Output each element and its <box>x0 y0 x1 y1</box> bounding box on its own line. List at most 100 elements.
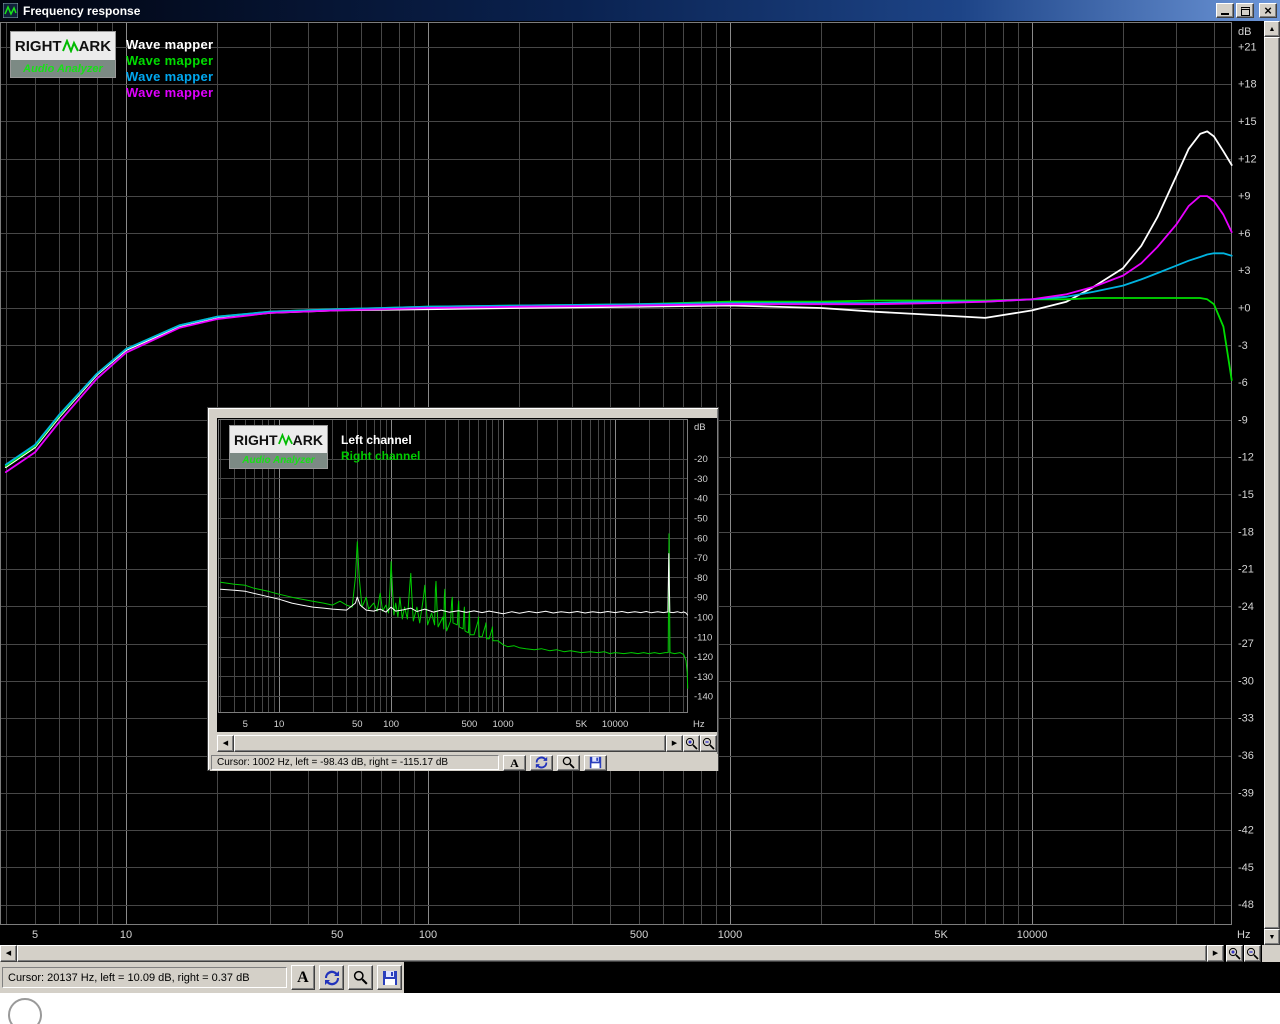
screen: Frequency response × 5 10 50 100 500 1000 5K 10… <box>0 0 1280 1024</box>
svg-text:5: 5 <box>32 929 38 941</box>
zoom-tool-button[interactable] <box>348 965 374 990</box>
svg-text:-70: -70 <box>694 553 708 564</box>
horizontal-scrollbar-track[interactable] <box>17 945 1207 962</box>
inner-zoom-tool-button[interactable] <box>557 754 580 771</box>
svg-text:-120: -120 <box>694 652 713 663</box>
svg-text:+18: +18 <box>1238 79 1257 91</box>
legend-item: Wave mapper <box>126 37 214 52</box>
refresh-icon <box>535 756 548 769</box>
svg-text:Hz: Hz <box>1237 929 1250 941</box>
svg-text:dB: dB <box>1238 26 1251 38</box>
svg-text:Hz: Hz <box>693 719 705 730</box>
zoom-in-icon <box>685 737 698 750</box>
svg-text:-24: -24 <box>1238 601 1254 613</box>
rmaa-logo-title: RIGHT ARK <box>11 32 115 60</box>
inner-scrollbar-track[interactable] <box>234 735 666 752</box>
legend-item: Left channel <box>341 433 412 447</box>
zoom-out-icon <box>1246 947 1259 960</box>
svg-text:10000: 10000 <box>602 719 628 730</box>
svg-text:10: 10 <box>274 719 285 730</box>
svg-text:1000: 1000 <box>493 719 514 730</box>
cursor-readout: Cursor: 20137 Hz, left = 10.09 dB, right… <box>2 967 287 988</box>
logo-text-ark: ARK <box>292 431 323 448</box>
svg-text:-48: -48 <box>1238 899 1254 911</box>
logo-text-right: RIGHT <box>234 431 278 448</box>
font-button[interactable]: A <box>290 965 316 990</box>
inner-zoom-out-button[interactable] <box>700 735 717 752</box>
scrollbar-corner <box>1262 945 1280 962</box>
legend-item: Wave mapper <box>126 85 214 100</box>
rmaa-logo-small: RIGHT ARK Audio Analyzer <box>229 425 328 469</box>
svg-text:-130: -130 <box>694 672 713 683</box>
inner-zoom-in-button[interactable] <box>683 735 700 752</box>
rmaa-logo-subtitle: Audio Analyzer <box>11 60 115 77</box>
svg-text:-50: -50 <box>694 514 708 525</box>
frequency-response-window: Frequency response × 5 10 50 100 500 1000 5K 10… <box>0 0 1280 993</box>
restore-icon <box>1240 7 1250 16</box>
floppy-icon <box>382 970 397 985</box>
restore-button[interactable] <box>1236 3 1254 18</box>
zoom-in-button[interactable] <box>1226 945 1243 962</box>
save-button[interactable] <box>377 965 402 990</box>
inner-font-button[interactable]: A <box>503 754 526 771</box>
svg-text:-45: -45 <box>1238 862 1254 874</box>
legend-item: Wave mapper <box>126 53 214 68</box>
font-icon: A <box>297 968 309 986</box>
scroll-right-button[interactable]: ▶ <box>1207 945 1224 962</box>
svg-text:-39: -39 <box>1238 787 1254 799</box>
rmaa-logo-small-subtitle: Audio Analyzer <box>230 453 327 468</box>
svg-text:-36: -36 <box>1238 750 1254 762</box>
horizontal-scrollbar-thumb[interactable] <box>17 945 1207 962</box>
zoom-out-button[interactable] <box>1244 945 1261 962</box>
inner-scroll-left-button[interactable]: ◀ <box>217 735 234 752</box>
svg-text:-3: -3 <box>1238 340 1248 352</box>
svg-text:-42: -42 <box>1238 825 1254 837</box>
close-button[interactable]: × <box>1259 3 1277 18</box>
inner-scrollbar-thumb[interactable] <box>234 735 666 752</box>
inner-horizontal-scrollbar: ◀ ▶ <box>217 735 717 752</box>
window-controls: × <box>1216 3 1277 18</box>
svg-text:-30: -30 <box>694 474 708 485</box>
svg-text:100: 100 <box>419 929 437 941</box>
inner-scroll-right-button[interactable]: ▶ <box>666 735 683 752</box>
logo-text-right: RIGHT <box>14 37 62 55</box>
title-bar[interactable]: Frequency response × <box>0 0 1280 21</box>
app-icon <box>3 3 18 18</box>
rmaa-logo-small-title: RIGHT ARK <box>230 426 327 453</box>
close-icon: × <box>1264 2 1272 18</box>
svg-text:-110: -110 <box>694 632 712 643</box>
rmaa-logo: RIGHT ARK Audio Analyzer <box>10 31 116 78</box>
svg-text:-90: -90 <box>694 593 708 604</box>
inner-legend: Left channel Right channel <box>341 432 420 464</box>
vertical-scrollbar-track[interactable] <box>1264 37 1280 929</box>
svg-text:50: 50 <box>352 719 363 730</box>
refresh-button[interactable] <box>319 965 345 990</box>
svg-text:-80: -80 <box>694 573 708 584</box>
spectrum-window: 5 10 50 100 500 1000 5K 10000 -20 -30 -40 -50 -60 -70… <box>207 407 719 771</box>
svg-text:+15: +15 <box>1238 116 1257 128</box>
svg-text:10000: 10000 <box>1017 929 1048 941</box>
magnifier-icon <box>562 756 575 769</box>
minimize-button[interactable] <box>1216 3 1234 18</box>
svg-text:+3: +3 <box>1238 265 1251 277</box>
legend-item: Right channel <box>341 449 421 463</box>
svg-text:-33: -33 <box>1238 713 1254 725</box>
inner-save-button[interactable] <box>584 754 607 771</box>
inner-refresh-button[interactable] <box>530 754 553 771</box>
zoom-out-icon <box>702 737 715 750</box>
svg-text:+9: +9 <box>1238 191 1251 203</box>
svg-text:-30: -30 <box>1238 675 1254 687</box>
arrow-right-icon: ▶ <box>1212 950 1219 957</box>
scroll-down-button[interactable]: ▼ <box>1264 929 1280 945</box>
svg-text:-27: -27 <box>1238 638 1254 650</box>
arrow-up-icon: ▲ <box>1268 25 1276 33</box>
font-icon: A <box>510 755 519 770</box>
svg-text:500: 500 <box>630 929 648 941</box>
vertical-scrollbar-thumb[interactable] <box>1264 37 1280 929</box>
scroll-up-button[interactable]: ▲ <box>1264 21 1280 37</box>
svg-text:100: 100 <box>383 719 399 730</box>
svg-text:-6: -6 <box>1238 377 1248 389</box>
floppy-icon <box>589 756 602 769</box>
scroll-left-button[interactable]: ◀ <box>0 945 17 962</box>
svg-text:5K: 5K <box>934 929 948 941</box>
